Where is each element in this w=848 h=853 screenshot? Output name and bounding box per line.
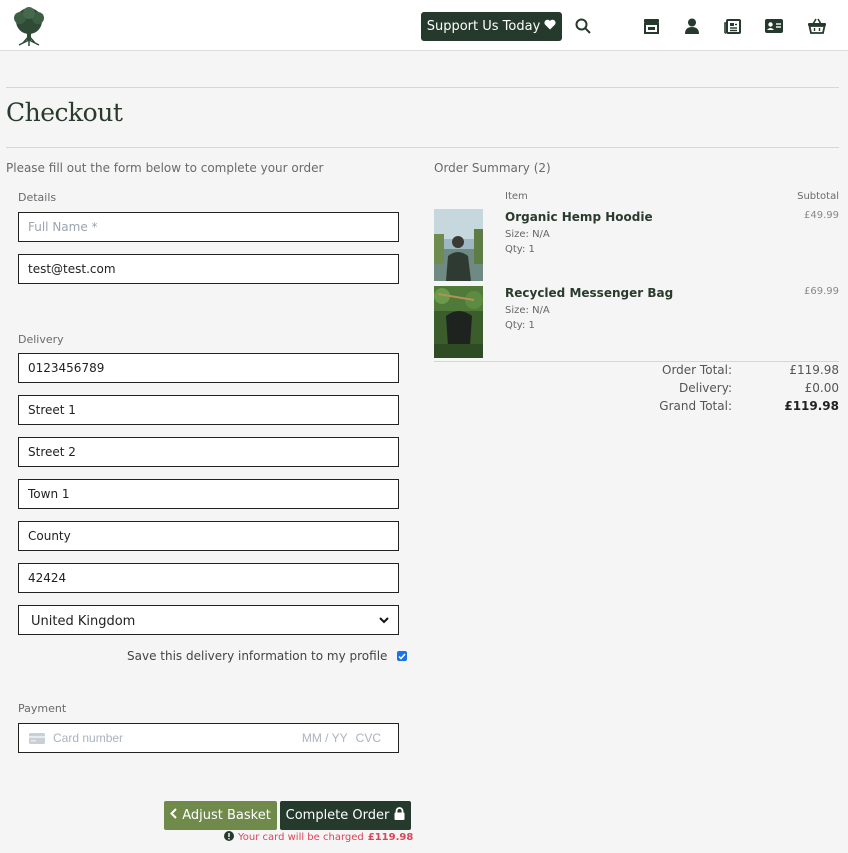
expiry-placeholder: MM / YY (301, 731, 348, 745)
country-select-value: United Kingdom (31, 613, 136, 629)
support-us-button[interactable]: Support Us Today (421, 12, 562, 41)
lock-icon (394, 807, 405, 824)
street2-input[interactable]: Street 2 (18, 437, 399, 467)
tree-logo-icon[interactable] (10, 6, 48, 46)
basket-icon[interactable] (806, 15, 828, 37)
order-summary-title: Order Summary (2) (434, 161, 551, 175)
item-1-size: Size: N/A (505, 229, 550, 240)
item-2-size: Size: N/A (505, 305, 550, 316)
order-total-label: Order Total: (662, 363, 732, 377)
column-subtotal-header: Subtotal (797, 191, 839, 202)
messenger-bag-product-image[interactable] (434, 286, 483, 358)
charge-text: Your card will be charged (238, 832, 364, 843)
heart-icon (544, 19, 556, 34)
title-top-divider (6, 87, 839, 88)
payment-section-label: Payment (18, 702, 67, 715)
grand-total-value: £119.98 (784, 399, 839, 413)
delivery-cost-value: £0.00 (804, 381, 839, 395)
summary-divider (434, 361, 839, 362)
cvc-placeholder: CVC (355, 731, 381, 745)
user-icon[interactable] (681, 15, 703, 37)
charge-amount: £119.98 (367, 832, 414, 843)
email-input[interactable]: test@test.com (18, 254, 399, 284)
card-input[interactable]: Card number MM / YY CVC (18, 723, 399, 753)
full-name-input[interactable]: Full Name * (18, 212, 399, 242)
form-intro: Please fill out the form below to comple… (6, 161, 324, 175)
newspaper-icon[interactable] (721, 15, 743, 37)
chevron-left-icon (170, 808, 177, 823)
save-info-checkbox[interactable] (397, 651, 408, 661)
save-info-row: Save this delivery information to my pro… (127, 649, 408, 663)
card-number-placeholder: Card number (53, 731, 124, 745)
item-2-name: Recycled Messenger Bag (505, 286, 674, 300)
item-1-price: £49.99 (804, 210, 839, 221)
postcode-input[interactable]: 42424 (18, 563, 399, 593)
search-icon[interactable] (572, 15, 594, 37)
credit-card-icon (29, 732, 45, 744)
contact-card-icon[interactable] (763, 15, 785, 37)
complete-order-label: Complete Order (285, 808, 390, 823)
page-title: Checkout (6, 98, 123, 127)
item-2-price: £69.99 (804, 286, 839, 297)
hoodie-product-image[interactable] (434, 209, 483, 281)
chevron-down-icon (379, 613, 389, 627)
info-circle-icon (224, 831, 234, 844)
details-section-label: Details (18, 191, 57, 204)
item-1-name: Organic Hemp Hoodie (505, 210, 653, 224)
complete-order-button[interactable]: Complete Order (280, 801, 411, 830)
site-header: Support Us Today (0, 0, 848, 51)
order-total-value: £119.98 (789, 363, 839, 377)
grand-total-label: Grand Total: (659, 399, 732, 413)
column-item-header: Item (505, 191, 528, 202)
item-2-qty: Qty: 1 (505, 320, 535, 331)
delivery-cost-label: Delivery: (679, 381, 732, 395)
country-select[interactable]: United Kingdom (18, 605, 399, 635)
phone-input[interactable]: 0123456789 (18, 353, 399, 383)
adjust-basket-label: Adjust Basket (182, 808, 271, 823)
town-input[interactable]: Town 1 (18, 479, 399, 509)
delivery-section-label: Delivery (18, 333, 64, 346)
item-1-qty: Qty: 1 (505, 244, 535, 255)
support-us-label: Support Us Today (426, 19, 541, 34)
county-input[interactable]: County (18, 521, 399, 551)
title-bottom-divider (6, 147, 839, 148)
street1-input[interactable]: Street 1 (18, 395, 399, 425)
adjust-basket-button[interactable]: Adjust Basket (164, 801, 277, 830)
save-info-label: Save this delivery information to my pro… (127, 649, 388, 663)
charge-notice: Your card will be charged £119.98 (224, 831, 413, 844)
store-icon[interactable] (640, 15, 662, 37)
